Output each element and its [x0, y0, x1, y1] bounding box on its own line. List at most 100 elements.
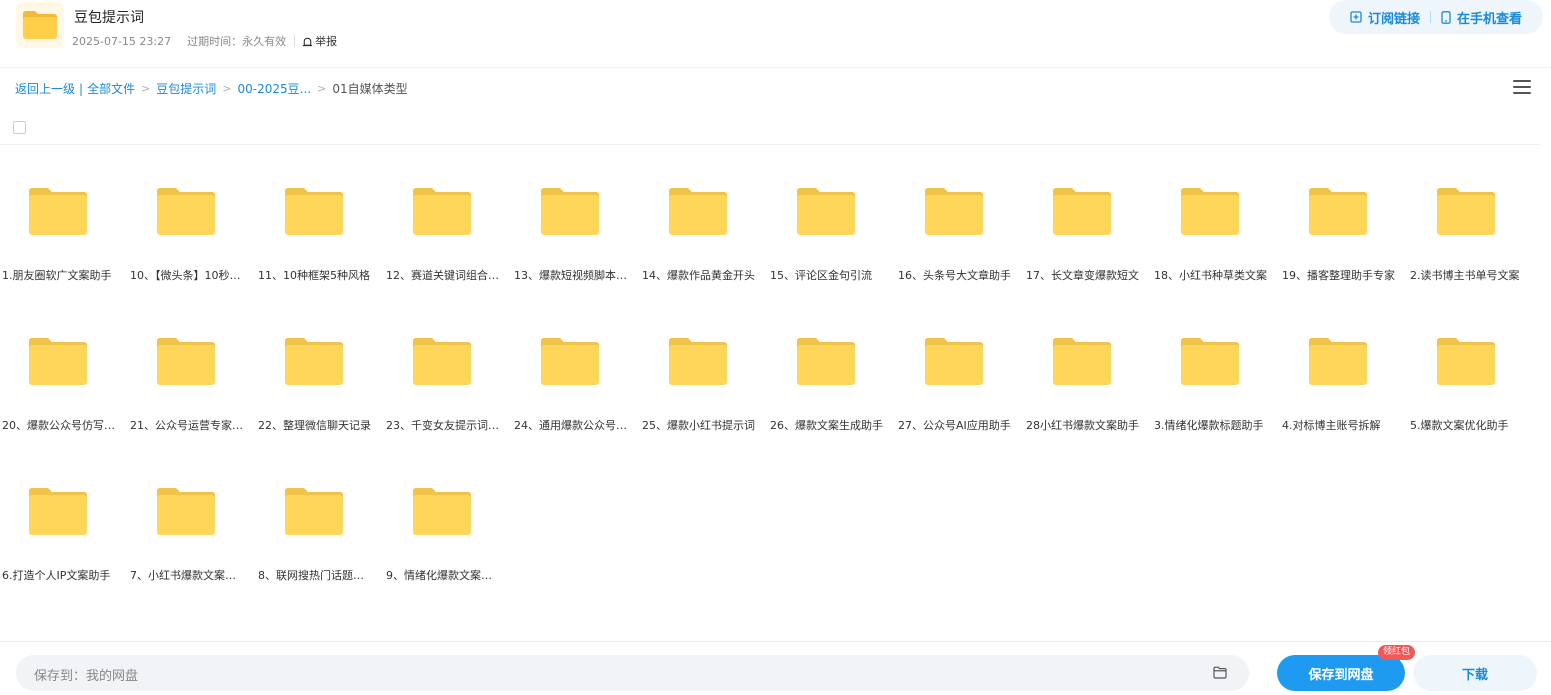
folder-name: 22、整理微信聊天记录	[258, 419, 371, 432]
header-actions: 订阅链接 在手机查看	[1329, 0, 1543, 34]
folder-item[interactable]: 18、小红书种草类文案	[1152, 160, 1280, 310]
folder-icon	[1181, 338, 1239, 385]
view-menu-icon[interactable]	[1513, 80, 1531, 96]
breadcrumb-separator: |	[79, 81, 84, 96]
folder-item[interactable]: 26、爆款文案生成助手	[768, 310, 896, 460]
folder-name: 27、公众号AI应用助手	[898, 419, 1011, 432]
folder-item[interactable]: 6.打造个人IP文案助手	[0, 460, 128, 610]
folder-name: 19、播客整理助手专家	[1282, 269, 1395, 282]
folder-icon	[157, 488, 215, 535]
folder-name: 16、头条号大文章助手	[898, 269, 1011, 282]
folder-icon	[285, 188, 343, 235]
folder-item[interactable]: 17、长文章变爆款短文	[1024, 160, 1152, 310]
breadcrumb-level2[interactable]: 00-2025豆...	[238, 80, 312, 97]
folder-name: 23、千变女友提示词助手	[386, 419, 502, 432]
folder-item[interactable]: 9、情绪化爆款文案助手	[384, 460, 512, 610]
share-folder-icon	[16, 2, 64, 48]
folder-name: 26、爆款文案生成助手	[770, 419, 883, 432]
footer-bar: 保存到：我的网盘 保存到网盘 领红包 下载	[0, 641, 1551, 695]
folder-name: 10、【微头条】10秒生成	[130, 269, 246, 282]
folder-item[interactable]: 14、爆款作品黄金开头	[640, 160, 768, 310]
subscribe-icon	[1350, 11, 1362, 23]
folder-name: 11、10种框架5种风格	[258, 269, 370, 282]
folder-item[interactable]: 2.读书博主书单号文案	[1408, 160, 1536, 310]
folder-item[interactable]: 23、千变女友提示词助手	[384, 310, 512, 460]
share-title: 豆包提示词	[74, 10, 144, 26]
folder-item[interactable]: 13、爆款短视频脚本助手	[512, 160, 640, 310]
folder-item[interactable]: 5.爆款文案优化助手	[1408, 310, 1536, 460]
breadcrumb-current: 01自媒体类型	[332, 82, 408, 96]
view-on-phone-button[interactable]: 在手机查看	[1441, 8, 1522, 27]
breadcrumb-level1[interactable]: 豆包提示词	[156, 80, 216, 97]
folder-name: 1.朋友圈软广文案助手	[2, 269, 112, 282]
folder-icon	[29, 488, 87, 535]
folder-name: 6.打造个人IP文案助手	[2, 569, 111, 582]
folder-item[interactable]: 19、播客整理助手专家	[1280, 160, 1408, 310]
save-location-field[interactable]: 保存到：我的网盘	[16, 655, 1249, 691]
folder-icon	[669, 338, 727, 385]
red-packet-badge: 领红包	[1378, 645, 1416, 660]
folder-item[interactable]: 7、小红书爆款文案助手	[128, 460, 256, 610]
folder-name: 5.爆款文案优化助手	[1410, 419, 1509, 432]
share-meta: 2025-07-15 23:27 过期时间：永久有效 举报	[72, 33, 337, 49]
folder-name: 8、联网搜热门话题助手	[258, 569, 374, 582]
download-button[interactable]: 下载	[1413, 655, 1537, 691]
save-to-value: 我的网盘	[86, 669, 139, 684]
folder-name: 12、赛道关键词组合助手	[386, 269, 502, 282]
folder-icon	[541, 338, 599, 385]
report-link[interactable]: 举报	[302, 33, 337, 49]
folder-icon	[413, 488, 471, 535]
folder-icon	[1181, 188, 1239, 235]
folder-name: 20、爆款公众号仿写助手	[2, 419, 118, 432]
folder-icon	[157, 338, 215, 385]
folder-name: 24、通用爆款公众号文章	[514, 419, 630, 432]
folder-icon	[1309, 338, 1367, 385]
folder-item[interactable]: 10、【微头条】10秒生成	[128, 160, 256, 310]
folder-item[interactable]: 25、爆款小红书提示词	[640, 310, 768, 460]
phone-icon	[1441, 10, 1451, 24]
breadcrumb-arrow: >	[222, 82, 232, 95]
mobile-label: 在手机查看	[1457, 11, 1523, 27]
meta-divider	[294, 35, 296, 47]
breadcrumb-back[interactable]: 返回上一级	[15, 80, 75, 97]
folder-icon	[1053, 338, 1111, 385]
folder-item[interactable]: 28小红书爆款文案助手	[1024, 310, 1152, 460]
share-header: 豆包提示词 2025-07-15 23:27 过期时间：永久有效 举报 订阅链接	[0, 0, 1551, 68]
folder-name: 9、情绪化爆款文案助手	[386, 569, 502, 582]
alarm-icon	[303, 37, 313, 46]
folder-item[interactable]: 3.情绪化爆款标题助手	[1152, 310, 1280, 460]
folder-item[interactable]: 22、整理微信聊天记录	[256, 310, 384, 460]
breadcrumb-all-files[interactable]: 全部文件	[87, 80, 135, 97]
pill-divider	[1430, 11, 1431, 23]
folder-item[interactable]: 4.对标博主账号拆解	[1280, 310, 1408, 460]
folder-item[interactable]: 24、通用爆款公众号文章	[512, 310, 640, 460]
folder-icon	[797, 338, 855, 385]
save-to-label: 保存到：	[34, 669, 87, 684]
folder-name: 13、爆款短视频脚本助手	[514, 269, 630, 282]
folder-icon	[925, 338, 983, 385]
folder-item[interactable]: 20、爆款公众号仿写助手	[0, 310, 128, 460]
save-to-drive-button[interactable]: 保存到网盘	[1277, 655, 1405, 691]
folder-icon	[797, 188, 855, 235]
folder-item[interactable]: 12、赛道关键词组合助手	[384, 160, 512, 310]
folder-icon	[1309, 188, 1367, 235]
folder-name: 18、小红书种草类文案	[1154, 269, 1267, 282]
folder-name: 21、公众号运营专家助手	[130, 419, 246, 432]
folder-item[interactable]: 15、评论区金句引流	[768, 160, 896, 310]
select-all-checkbox[interactable]	[13, 121, 26, 134]
folder-name: 15、评论区金句引流	[770, 269, 872, 282]
folder-item[interactable]: 1.朋友圈软广文案助手	[0, 160, 128, 310]
subscribe-link-button[interactable]: 订阅链接	[1350, 8, 1420, 27]
save-location-text: 保存到：我的网盘	[34, 665, 138, 684]
folder-item[interactable]: 16、头条号大文章助手	[896, 160, 1024, 310]
breadcrumb: 返回上一级 | 全部文件 > 豆包提示词 > 00-2025豆... > 01自…	[15, 80, 408, 97]
folder-item[interactable]: 11、10种框架5种风格	[256, 160, 384, 310]
folder-item[interactable]: 27、公众号AI应用助手	[896, 310, 1024, 460]
folder-name: 14、爆款作品黄金开头	[642, 269, 755, 282]
folder-icon	[285, 488, 343, 535]
subscribe-label: 订阅链接	[1367, 11, 1420, 27]
folder-picker-icon[interactable]	[1213, 666, 1227, 679]
folder-item[interactable]: 21、公众号运营专家助手	[128, 310, 256, 460]
folder-icon	[925, 188, 983, 235]
folder-item[interactable]: 8、联网搜热门话题助手	[256, 460, 384, 610]
